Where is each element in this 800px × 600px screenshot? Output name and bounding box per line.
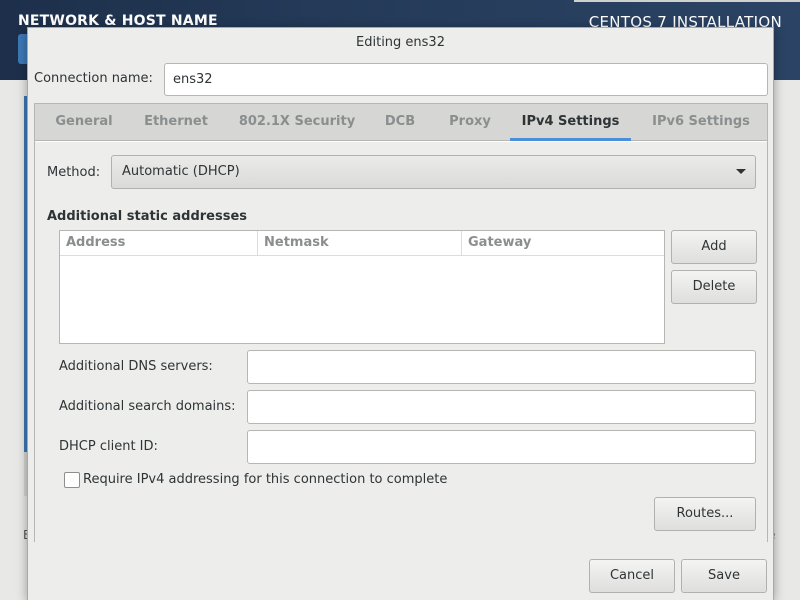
dns-servers-input[interactable]	[247, 350, 756, 384]
routes-button[interactable]: Routes...	[654, 497, 756, 531]
dropdown-arrow-icon	[736, 169, 746, 174]
method-dropdown[interactable]: Automatic (DHCP)	[111, 155, 756, 189]
table-header: Address Netmask Gateway	[60, 231, 664, 256]
search-domains-label: Additional search domains:	[59, 399, 236, 414]
tab-ethernet[interactable]: Ethernet	[133, 104, 219, 141]
require-ipv4-label[interactable]: Require IPv4 addressing for this connect…	[83, 472, 447, 487]
connection-name-label: Connection name:	[34, 71, 153, 86]
tab-dcb[interactable]: DCB	[377, 104, 423, 141]
tab-8021x-security[interactable]: 802.1X Security	[231, 104, 363, 141]
dialog-title: Editing ens32	[356, 35, 445, 50]
save-button[interactable]: Save	[681, 559, 767, 593]
column-address[interactable]: Address	[60, 231, 257, 256]
tab-proxy[interactable]: Proxy	[439, 104, 501, 141]
dns-servers-label: Additional DNS servers:	[59, 359, 213, 374]
method-value: Automatic (DHCP)	[122, 164, 240, 179]
add-address-button[interactable]: Add	[671, 230, 757, 264]
header-divider	[574, 0, 800, 2]
cancel-button[interactable]: Cancel	[589, 559, 675, 593]
column-gateway[interactable]: Gateway	[461, 231, 664, 256]
delete-address-button[interactable]: Delete	[671, 270, 757, 304]
tab-ipv4-settings[interactable]: IPv4 Settings	[510, 104, 631, 141]
search-domains-input[interactable]	[247, 390, 756, 424]
tab-general[interactable]: General	[43, 104, 125, 141]
static-addresses-heading: Additional static addresses	[47, 209, 248, 224]
tab-bar: General Ethernet 802.1X Security DCB Pro…	[35, 104, 767, 141]
require-ipv4-checkbox[interactable]	[64, 472, 80, 488]
ipv4-settings-page: Method: Automatic (DHCP) Additional stat…	[35, 142, 767, 542]
tab-ipv6-settings[interactable]: IPv6 Settings	[641, 104, 761, 141]
settings-notebook: General Ethernet 802.1X Security DCB Pro…	[34, 103, 768, 542]
edit-connection-dialog: Editing ens32 Connection name: General E…	[27, 27, 774, 600]
static-addresses-table[interactable]: Address Netmask Gateway	[59, 230, 665, 344]
method-label: Method:	[47, 165, 101, 180]
column-netmask[interactable]: Netmask	[257, 231, 461, 256]
connection-name-input[interactable]	[164, 63, 768, 96]
dhcp-client-id-label: DHCP client ID:	[59, 439, 158, 454]
dhcp-client-id-input[interactable]	[247, 430, 756, 464]
